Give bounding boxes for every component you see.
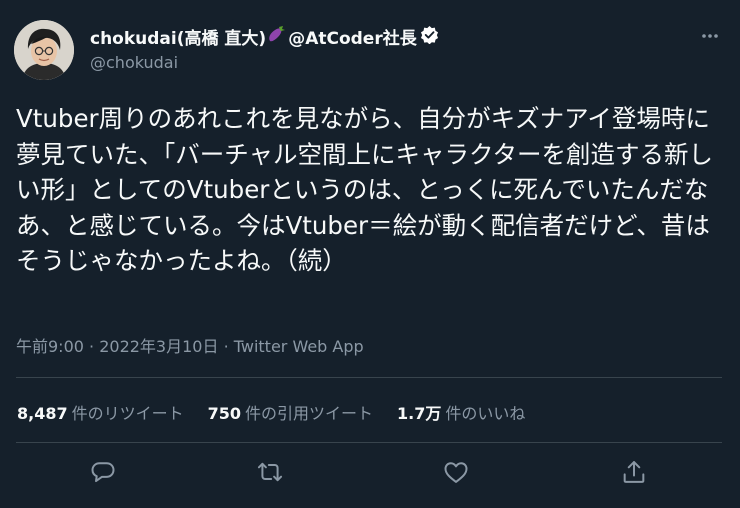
retweet-count-link[interactable]: 8,487 件のリツイート <box>17 400 184 424</box>
quote-label: 件の引用ツイート <box>245 404 374 423</box>
display-name-suffix[interactable]: @AtCoder社長 <box>288 24 417 49</box>
meta-separator: · <box>223 337 234 356</box>
heart-icon[interactable] <box>442 458 470 486</box>
quote-count: 750 <box>207 404 242 423</box>
tweet-meta: 午前9:00 · 2022年3月10日 · Twitter Web App <box>16 333 364 357</box>
display-name[interactable]: chokudai(高橋 直大) <box>90 24 266 49</box>
reply-bubble-icon[interactable] <box>89 458 117 486</box>
avatar[interactable] <box>14 20 74 80</box>
like-label: 件のいいね <box>445 404 526 423</box>
avatar-image <box>14 20 74 80</box>
quote-count-link[interactable]: 750 件の引用ツイート <box>208 400 373 424</box>
divider <box>16 442 722 443</box>
display-name-row[interactable]: chokudai(高橋 直大) @AtCoder社長 <box>90 24 439 49</box>
tweet-text: Vtuber周りのあれこれを見ながら、自分がキズナアイ登場時に夢見ていた、「バー… <box>16 104 714 275</box>
tweet-time[interactable]: 午前9:00 <box>16 337 84 356</box>
divider <box>16 377 722 378</box>
like-count-link[interactable]: 1.7万 件のいいね <box>397 400 525 424</box>
action-bar <box>0 458 740 488</box>
like-count: 1.7万 <box>397 404 442 423</box>
tweet-date[interactable]: 2022年3月10日 <box>99 337 218 356</box>
eggplant-emoji-icon <box>267 24 287 49</box>
share-upload-icon[interactable] <box>620 458 648 486</box>
retweet-label: 件のリツイート <box>71 404 184 423</box>
meta-separator: · <box>89 337 100 356</box>
retweet-count: 8,487 <box>17 404 68 423</box>
tweet-client[interactable]: Twitter Web App <box>234 337 364 356</box>
verified-badge-icon <box>420 25 439 49</box>
more-dots-icon[interactable] <box>700 26 720 46</box>
engagement-stats: 8,487 件のリツイート 750 件の引用ツイート 1.7万 件のいいね <box>17 400 549 424</box>
user-handle[interactable]: @chokudai <box>90 53 178 72</box>
retweet-icon[interactable] <box>256 458 284 486</box>
